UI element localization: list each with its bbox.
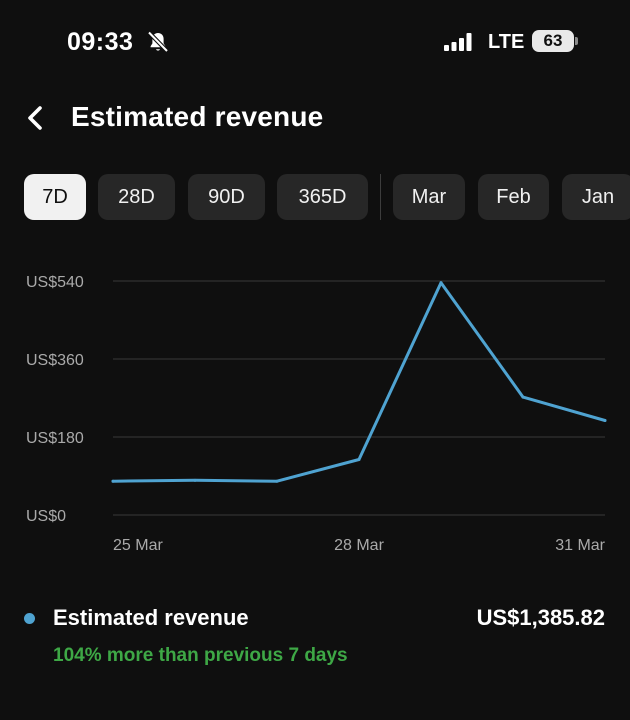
y-tick-label: US$360	[26, 352, 84, 369]
data-point	[603, 419, 607, 423]
data-point	[275, 479, 279, 483]
data-point	[439, 281, 443, 285]
network-type: LTE	[488, 31, 525, 53]
bell-slash-icon	[147, 31, 169, 53]
back-chevron-icon[interactable]	[18, 100, 54, 136]
series-legend-dot	[24, 613, 35, 624]
chip-jan[interactable]: Jan	[562, 174, 630, 220]
chip-7d[interactable]: 7D	[24, 174, 86, 220]
y-tick-label: US$540	[26, 274, 84, 291]
chip-mar[interactable]: Mar	[393, 174, 465, 220]
data-point	[111, 479, 115, 483]
chip-feb[interactable]: Feb	[478, 174, 549, 220]
data-point	[193, 478, 197, 482]
comparison-text: 104% more than previous 7 days	[53, 645, 348, 666]
page-title: Estimated revenue	[71, 101, 324, 132]
status-bar: 09:33 LTE 63	[0, 0, 630, 86]
x-tick-label: 28 Mar	[334, 537, 384, 554]
data-point	[357, 458, 361, 462]
revenue-line-chart: US$0 US$180 US$360 US$540 25 Mar 28 Mar 31 Mar	[26, 274, 607, 554]
chip-28d[interactable]: 28D	[98, 174, 175, 220]
x-tick-label: 31 Mar	[555, 537, 605, 554]
time-range-filters: 7D 28D 90D 365D Mar Feb Jan	[24, 174, 630, 220]
y-tick-label: US$180	[26, 430, 84, 447]
filter-divider	[380, 174, 381, 220]
signal-bars-icon	[444, 33, 472, 51]
revenue-series-line	[111, 281, 607, 483]
data-point	[521, 395, 525, 399]
status-time: 09:33	[67, 28, 134, 56]
y-tick-label: US$0	[26, 508, 66, 525]
battery-indicator: 63	[532, 30, 574, 52]
metric-label: Estimated revenue	[53, 605, 249, 630]
battery-tip	[575, 37, 578, 45]
metric-total-value: US$1,385.82	[476, 605, 605, 630]
chip-90d[interactable]: 90D	[188, 174, 265, 220]
x-tick-label: 25 Mar	[113, 537, 163, 554]
chip-365d[interactable]: 365D	[277, 174, 368, 220]
